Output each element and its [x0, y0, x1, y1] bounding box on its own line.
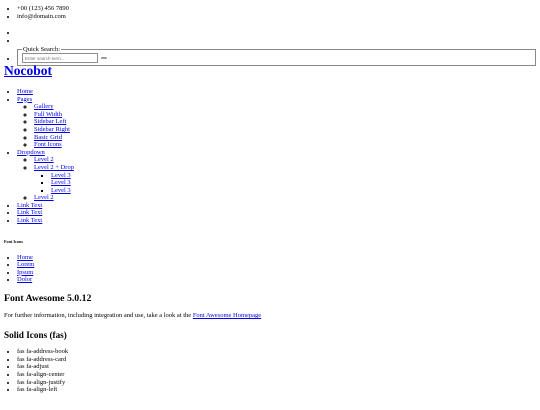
dropdown-submenu: Level 2 Level 2 + Drop Level 3 Level 3 L… [17, 156, 540, 202]
nav-item-link: Link Text [17, 202, 540, 210]
submenu-item: Level 2 [34, 156, 540, 164]
site-logo: Nocobot [4, 63, 540, 78]
nav-link-text[interactable]: Link Text [17, 202, 42, 209]
phone-item: +00 (123) 456 7890 [17, 5, 540, 13]
phone-number: +00 (123) 456 7890 [17, 5, 69, 12]
level-3-submenu: Level 3 Level 3 Level 3 [34, 172, 540, 195]
social-link-item [17, 29, 540, 37]
nav-item-link: Link Text [17, 209, 540, 217]
contact-list: +00 (123) 456 7890 info@domain.com [0, 5, 540, 20]
nav-link-font-icons[interactable]: Font Icons [34, 141, 62, 148]
nav-item-home: Home [17, 88, 540, 96]
icon-list-item: fas fa-align-center [17, 371, 540, 379]
nav-link-level-2-drop[interactable]: Level 2 + Drop [34, 164, 74, 171]
submenu-item: Level 3 [51, 187, 540, 195]
nav-link-sidebar-right[interactable]: Sidebar Right [34, 126, 70, 133]
info-text: For further information, including integ… [4, 312, 193, 320]
nav-item-dropdown: Dropdown Level 2 Level 2 + Drop Level 3 … [17, 149, 540, 202]
submenu-item: Level 2 + Drop Level 3 Level 3 Level 3 [34, 164, 540, 194]
email-address: info@domain.com [17, 12, 66, 20]
breadcrumb-link-lorem[interactable]: Lorem [17, 261, 34, 268]
nav-link-home[interactable]: Home [17, 88, 33, 95]
pages-submenu: Gallery Full Width Sidebar Left Sidebar … [17, 103, 540, 149]
content-heading: Font Awesome 5.0.12 [4, 293, 92, 305]
breadcrumb-item: Ipsum [17, 269, 540, 277]
email-item: info@domain.com [17, 13, 540, 21]
logo-link[interactable]: Nocobot [4, 63, 52, 78]
submenu-item: Full Width [34, 111, 540, 119]
nav-link-level-3[interactable]: Level 3 [51, 187, 71, 194]
quick-search-item: Quick Search: [17, 46, 540, 67]
nav-item-pages: Pages Gallery Full Width Sidebar Left Si… [17, 96, 540, 149]
nav-link-full-width[interactable]: Full Width [34, 111, 62, 118]
icon-list-item: fas fa-address-book [17, 348, 540, 356]
submenu-item: Sidebar Left [34, 118, 540, 126]
search-input[interactable] [22, 53, 98, 64]
icon-list-item: fas fa-align-justify [17, 379, 540, 387]
nav-link-level-3[interactable]: Level 3 [51, 179, 71, 186]
info-paragraph: For further information, including integ… [4, 312, 540, 320]
nav-link-dropdown[interactable]: Dropdown [17, 149, 45, 156]
nav-link-level-2[interactable]: Level 2 [34, 194, 54, 201]
submenu-item: Basic Grid [34, 134, 540, 142]
nav-link-gallery[interactable]: Gallery [34, 103, 54, 110]
nav-link-text[interactable]: Link Text [17, 217, 42, 224]
nav-link-basic-grid[interactable]: Basic Grid [34, 134, 62, 141]
breadcrumb-item: Lorem [17, 261, 540, 269]
submenu-item: Level 3 [51, 172, 540, 180]
submenu-item: Level 3 [51, 179, 540, 187]
solid-icons-heading: Solid Icons (fas) [4, 329, 67, 340]
page-title: Font Icons [4, 238, 23, 244]
icon-list: fas fa-address-book fas fa-address-card … [0, 348, 540, 394]
submenu-item: Sidebar Right [34, 126, 540, 134]
nav-link-level-2[interactable]: Level 2 [34, 156, 54, 163]
breadcrumb: Home Lorem Ipsum Dolor [0, 254, 540, 284]
breadcrumb-link-home[interactable]: Home [17, 254, 33, 261]
font-awesome-homepage-link[interactable]: Font Awesome Homepage [193, 312, 261, 319]
nav-item-link: Link Text [17, 217, 540, 225]
social-links-list: Quick Search: [0, 29, 540, 67]
nav-link-text[interactable]: Link Text [17, 209, 42, 216]
submenu-item: Level 2 [34, 194, 540, 202]
icon-list-item: fas fa-adjust [17, 363, 540, 371]
icon-list-item: fas fa-align-left [17, 386, 540, 394]
breadcrumb-item: Dolor [17, 276, 540, 284]
nav-link-sidebar-left[interactable]: Sidebar Left [34, 118, 66, 125]
breadcrumb-link-ipsum[interactable]: Ipsum [17, 269, 33, 276]
main-navigation: Home Pages Gallery Full Width Sidebar Le… [0, 88, 540, 225]
submenu-item: Gallery [34, 103, 540, 111]
quick-search-legend: Quick Search: [23, 46, 61, 54]
submenu-item: Font Icons [34, 141, 540, 149]
search-submit-button[interactable] [100, 57, 107, 60]
nav-link-level-3[interactable]: Level 3 [51, 172, 71, 179]
icon-list-item: fas fa-address-card [17, 356, 540, 364]
breadcrumb-link-dolor[interactable]: Dolor [17, 276, 32, 283]
nav-link-pages[interactable]: Pages [17, 96, 32, 103]
social-link-item [17, 37, 540, 45]
breadcrumb-item: Home [17, 254, 540, 262]
